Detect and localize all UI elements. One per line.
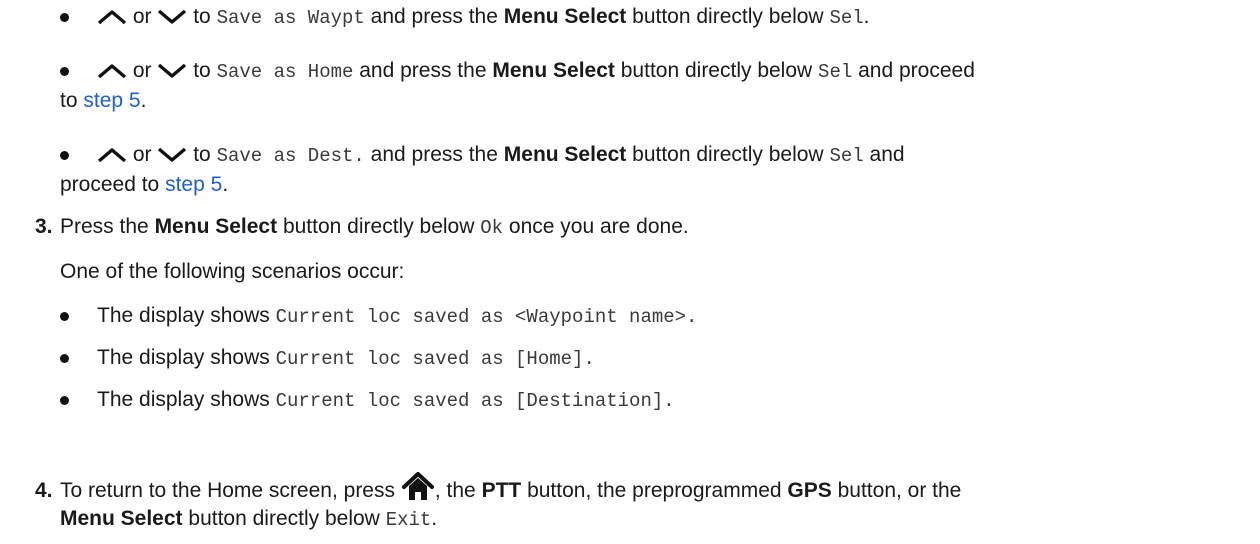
display-message: Current loc saved as [Destination]. xyxy=(275,390,675,412)
menu-select-label: Menu Select xyxy=(503,143,627,166)
step-3-text: Press the Menu Select button directly be… xyxy=(60,215,689,239)
menu-select-label: Menu Select xyxy=(154,215,278,238)
bullet-item-save-home: or to Save as Home and press the Menu Se… xyxy=(97,58,975,85)
menu-select-label: Menu Select xyxy=(503,5,627,28)
home-icon xyxy=(401,472,434,501)
softkey-exit: Exit xyxy=(385,509,432,531)
step-number: 4. xyxy=(35,479,53,502)
chevron-down-icon xyxy=(158,64,187,79)
chevron-up-icon xyxy=(97,148,127,163)
or-text: or xyxy=(132,5,152,28)
menu-select-label: Menu Select xyxy=(60,507,183,530)
bullet-item-save-waypt: or to Save as Waypt and press the Menu S… xyxy=(97,4,870,31)
bullet-item-save-dest: or to Save as Dest. and press the Menu S… xyxy=(97,142,905,169)
menu-select-label: Menu Select xyxy=(492,59,615,82)
bullet-dot xyxy=(60,396,69,405)
menu-option-save-waypt: Save as Waypt xyxy=(216,7,365,29)
bullet-dot xyxy=(60,67,69,76)
bullet-dot xyxy=(60,312,69,321)
step-4-text: To return to the Home screen, press , th… xyxy=(60,472,961,504)
bullet-dot xyxy=(60,354,69,363)
scenario-item: The display shows Current loc saved as [… xyxy=(97,346,595,370)
bullet-item-continuation: proceed to step 5. xyxy=(60,173,229,196)
step-number: 3. xyxy=(35,215,53,238)
softkey-ok: Ok xyxy=(480,217,504,239)
chevron-down-icon xyxy=(158,148,187,163)
chevron-up-icon xyxy=(97,10,127,25)
bullet-dot xyxy=(60,13,69,22)
scenarios-intro: One of the following scenarios occur: xyxy=(60,260,405,283)
instruction-text: button directly below xyxy=(632,5,824,28)
menu-option-save-home: Save as Home xyxy=(216,61,354,83)
instruction-text: and press the xyxy=(370,5,498,28)
scenario-item: The display shows Current loc saved as [… xyxy=(97,388,675,412)
bullet-dot xyxy=(60,151,69,160)
menu-option-save-dest: Save as Dest. xyxy=(216,145,365,167)
step-5-link[interactable]: step 5 xyxy=(165,173,222,196)
gps-button-label: GPS xyxy=(787,479,832,502)
display-message: Current loc saved as [Home]. xyxy=(275,348,595,370)
step-5-link[interactable]: step 5 xyxy=(83,89,140,112)
step-4-continuation: Menu Select button directly below Exit. xyxy=(60,507,438,531)
to-text: to xyxy=(193,5,211,28)
softkey-sel: Sel xyxy=(829,145,864,167)
bullet-item-continuation: to step 5. xyxy=(60,89,147,112)
softkey-sel: Sel xyxy=(829,7,864,29)
ptt-button-label: PTT xyxy=(481,479,522,502)
chevron-up-icon xyxy=(97,64,127,79)
scenario-item: The display shows Current loc saved as <… xyxy=(97,304,698,328)
display-message: Current loc saved as <Waypoint name>. xyxy=(275,306,698,328)
softkey-sel: Sel xyxy=(818,61,853,83)
chevron-down-icon xyxy=(158,10,187,25)
